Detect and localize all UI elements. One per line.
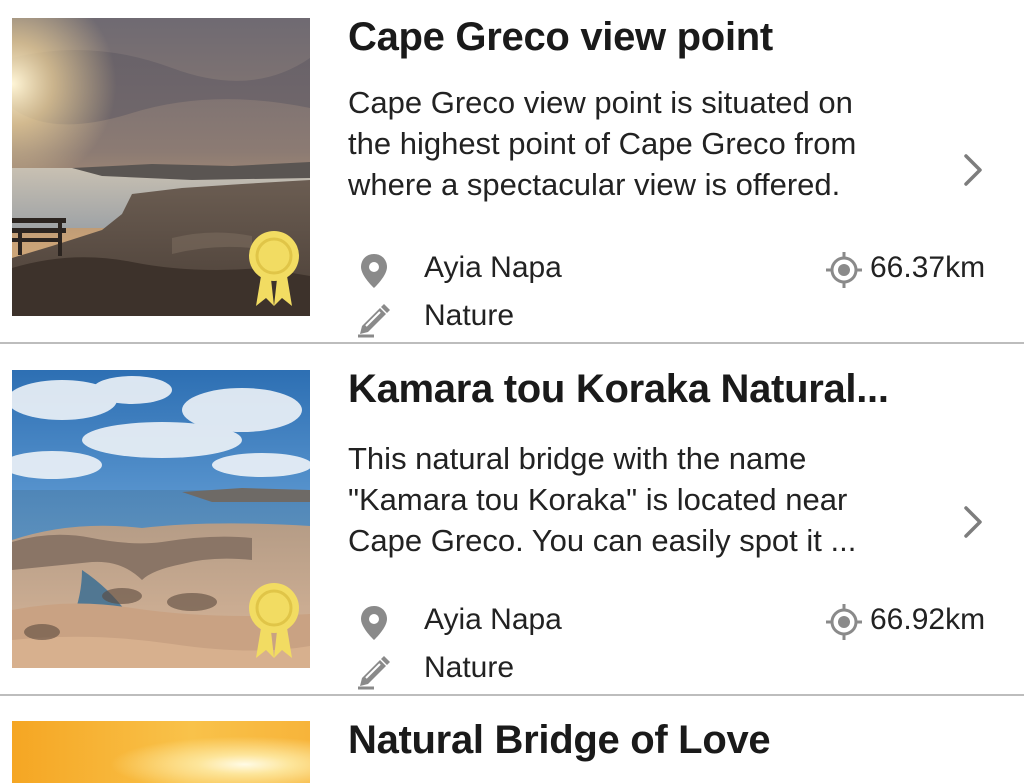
place-location: Ayia Napa bbox=[424, 603, 562, 636]
map-pin-icon bbox=[361, 254, 387, 288]
place-title: Cape Greco view point bbox=[348, 15, 773, 59]
place-location: Ayia Napa bbox=[424, 251, 562, 284]
crosshair-target-icon bbox=[826, 604, 862, 640]
place-category: Nature bbox=[424, 651, 515, 684]
place-card-natural-bridge-of-love[interactable]: Natural Bridge of Love bbox=[0, 697, 1024, 783]
chevron-right-icon[interactable] bbox=[958, 502, 988, 542]
chevron-right-icon[interactable] bbox=[958, 150, 988, 190]
place-distance: 66.37km bbox=[870, 251, 986, 284]
crosshair-target-icon bbox=[826, 252, 862, 288]
place-title: Kamara tou Koraka Natural... bbox=[348, 367, 889, 411]
map-pin-icon bbox=[361, 606, 387, 640]
award-ribbon-icon bbox=[249, 583, 299, 658]
place-title: Natural Bridge of Love bbox=[348, 718, 771, 762]
places-list: Cape Greco view point Cape Greco view po… bbox=[0, 0, 1024, 783]
list-divider bbox=[0, 694, 1024, 696]
place-card-kamara-tou-koraka[interactable]: Kamara tou Koraka Natural... This natura… bbox=[0, 346, 1024, 696]
place-card-cape-greco[interactable]: Cape Greco view point Cape Greco view po… bbox=[0, 0, 1024, 344]
place-description: Cape Greco view point is situated on the… bbox=[348, 85, 857, 202]
place-category: Nature bbox=[424, 299, 515, 332]
place-distance: 66.92km bbox=[870, 603, 986, 636]
pencil-tag-icon bbox=[358, 656, 390, 690]
award-ribbon-icon bbox=[249, 231, 299, 306]
place-description: This natural bridge with the name "Kamar… bbox=[348, 441, 857, 558]
list-divider bbox=[0, 342, 1024, 344]
pencil-tag-icon bbox=[358, 304, 390, 338]
place-thumbnail bbox=[12, 721, 310, 783]
